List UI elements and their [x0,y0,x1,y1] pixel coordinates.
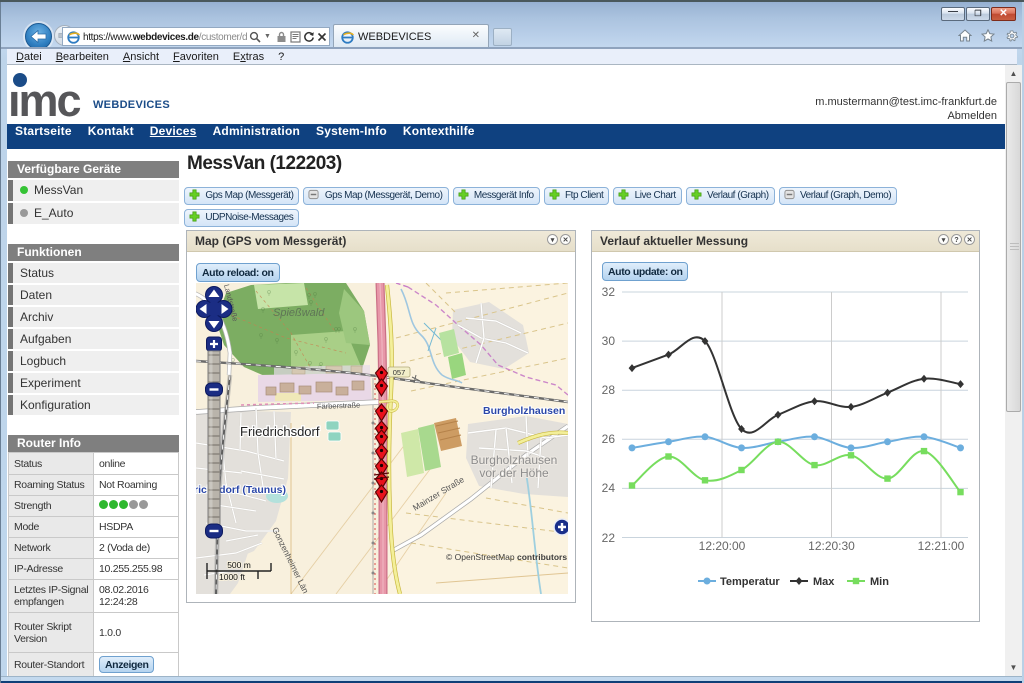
svg-text:1000 ft: 1000 ft [219,572,246,582]
svg-text:32: 32 [602,285,616,299]
svg-text:Temperatur: Temperatur [720,576,780,588]
svg-text:28: 28 [602,383,616,397]
svg-text:057: 057 [393,368,406,377]
svg-text:12:20:30: 12:20:30 [808,539,855,553]
svg-text:30: 30 [602,334,616,348]
svg-text:Spießwald: Spießwald [273,307,325,319]
svg-text:Min: Min [870,576,889,588]
svg-text:© OpenStreetMap contributors: © OpenStreetMap contributors [446,552,567,562]
svg-text:Färberstraße: Färberstraße [317,400,361,411]
svg-text:12:21:00: 12:21:00 [918,539,965,553]
svg-text:24: 24 [602,481,616,495]
svg-text:Friedrichsdorf: Friedrichsdorf [240,424,320,439]
svg-text:Max: Max [813,576,835,588]
svg-text:12:20:00: 12:20:00 [699,539,746,553]
svg-text:26: 26 [602,432,616,446]
svg-text:Burgholzhausen: Burgholzhausen [483,405,565,417]
svg-text:500 m: 500 m [227,560,251,570]
svg-text:vor der Höhe: vor der Höhe [479,466,549,480]
svg-text:22: 22 [602,531,616,545]
svg-text:Burgholzhausen: Burgholzhausen [471,453,558,467]
